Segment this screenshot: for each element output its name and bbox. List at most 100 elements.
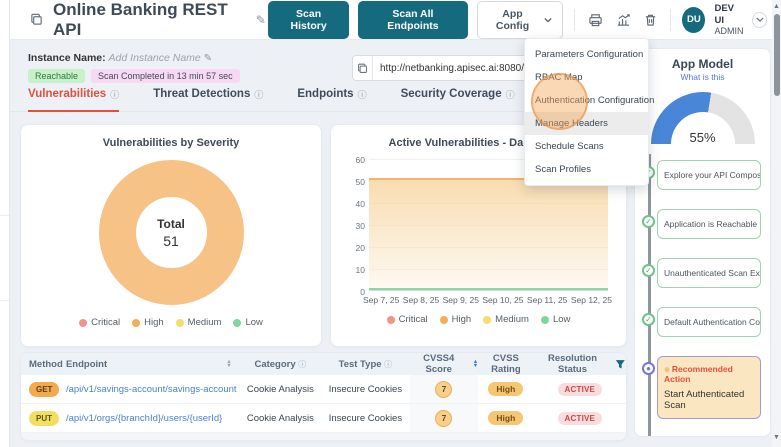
category-cell: Cookie Analysis: [240, 413, 321, 424]
avatar[interactable]: DU: [682, 7, 705, 33]
check-icon: ✓: [642, 215, 655, 228]
edit-title-icon[interactable]: ✎: [254, 11, 268, 29]
info-icon: ⓘ: [506, 88, 515, 101]
checklist-item[interactable]: ✓ Unauthenticated Scan Exe...: [657, 258, 770, 288]
scroll-up-icon[interactable]: ▲: [772, 3, 781, 10]
legend-low[interactable]: Low: [541, 314, 570, 325]
filter-icon[interactable]: [615, 359, 626, 370]
chevron-down-icon: [544, 17, 552, 23]
sort-icon[interactable]: ▲▼: [226, 360, 231, 368]
legend-low[interactable]: Low: [233, 317, 262, 328]
cvss4-score-badge: 7: [435, 410, 452, 427]
cvss-rating-badge: High: [488, 382, 523, 396]
click-highlight-annotation: [531, 73, 588, 130]
legend-high[interactable]: High: [132, 317, 164, 328]
col-category: Category ⓘ: [240, 359, 321, 370]
menu-item-schedule-scans[interactable]: Schedule Scans: [525, 135, 648, 158]
page-scrollbar[interactable]: ▲ ▼: [772, 0, 781, 447]
table-row-partial: [21, 433, 626, 441]
legend-medium[interactable]: Medium: [176, 317, 222, 328]
legend-high[interactable]: High: [440, 314, 472, 325]
start-authenticated-scan[interactable]: Start Authenticated Scan: [664, 389, 754, 411]
page-title: Online Banking REST API: [53, 0, 248, 40]
check-icon: ✓: [642, 264, 655, 277]
cvss-rating-badge: High: [488, 411, 523, 425]
high-dot-icon: [440, 316, 448, 324]
top-header: Online Banking REST API ✎ Scan History S…: [10, 0, 781, 40]
col-cvss-rating: CVSS Rating: [478, 353, 533, 375]
col-cvss4-score[interactable]: CVSS4 Score▲▼: [410, 353, 478, 375]
scroll-down-icon[interactable]: ▼: [772, 434, 781, 441]
check-icon: ✓: [642, 313, 655, 326]
left-sidebar-rail[interactable]: [0, 0, 10, 447]
legend-critical[interactable]: Critical: [79, 317, 120, 328]
status-badge: ACTIVE: [558, 412, 603, 425]
col-endpoint[interactable]: Endpoint▲▼: [66, 359, 240, 370]
edit-instance-icon[interactable]: ✎: [204, 53, 212, 64]
target-url-bar: http://netbanking.apisec.ai:8080/: [352, 55, 532, 81]
divider: [574, 9, 575, 31]
critical-dot-icon: [387, 316, 395, 324]
menu-item-scan-profiles[interactable]: Scan Profiles: [525, 158, 648, 181]
tab-vulnerabilities[interactable]: Vulnerabilitiesⓘ: [28, 88, 119, 112]
checklist-item[interactable]: ✓ Explore your API Composition: [657, 160, 770, 190]
legend-critical[interactable]: Critical: [387, 314, 428, 325]
info-icon: ⓘ: [384, 360, 392, 369]
copy-icon[interactable]: [28, 11, 45, 28]
col-method: Method: [21, 359, 66, 370]
method-badge: PUT: [29, 411, 59, 426]
low-series-line: [369, 288, 608, 290]
app-config-label: App Config: [488, 8, 538, 32]
app-model-title: App Model: [635, 57, 770, 71]
metrics-icon[interactable]: [614, 11, 633, 29]
app-config-dropdown-button[interactable]: App Config: [477, 1, 564, 39]
tab-security-coverage[interactable]: Security Coverageⓘ: [401, 88, 515, 111]
tab-endpoints[interactable]: Endpointsⓘ: [297, 88, 366, 111]
target-url: http://netbanking.apisec.ai:8080/: [373, 63, 531, 74]
what-is-this-link[interactable]: What is this: [635, 72, 770, 82]
legend-medium[interactable]: Medium: [483, 314, 529, 325]
app-model-gauge: 55%: [651, 92, 755, 144]
table-row[interactable]: PUT /api/v1/orgs/{branchId}/users/{userI…: [21, 404, 626, 433]
severity-donut-chart[interactable]: Total 51: [99, 160, 244, 305]
vulnerabilities-table: Method Endpoint▲▼ Category ⓘ Test Type ⓘ…: [20, 352, 627, 441]
endpoint-link[interactable]: /api/v1/savings-account/savings-account: [66, 384, 237, 395]
copy-url-icon[interactable]: [353, 56, 373, 80]
tab-threat-detections[interactable]: Threat Detectionsⓘ: [153, 88, 263, 111]
scan-status-badge: Scan Completed in 13 min 57 sec: [91, 69, 240, 83]
instance-info: Instance Name: Add Instance Name ✎ Reach…: [28, 52, 240, 83]
instance-name-placeholder[interactable]: Add Instance Name: [109, 52, 201, 64]
printer-icon[interactable]: [586, 11, 605, 29]
divider: [670, 9, 671, 31]
recommended-icon: ⊕: [664, 367, 670, 374]
line-legend: Critical High Medium Low: [345, 314, 612, 325]
method-badge: GET: [29, 382, 59, 397]
app-model-panel: App Model What is this 55% ✓ Explore you…: [634, 48, 771, 437]
test-type-cell: Insecure Cookies: [321, 384, 410, 395]
chevron-down-icon: [756, 17, 764, 22]
donut-total-value: 51: [163, 233, 179, 249]
menu-item-parameters-configuration[interactable]: Parameters Configuration: [525, 43, 648, 66]
checklist-item[interactable]: ✓ Default Authentication Conf...: [657, 307, 770, 337]
high-series-area: [369, 178, 608, 290]
critical-dot-icon: [79, 319, 87, 327]
donut-legend: Critical High Medium Low: [31, 317, 311, 328]
checklist-item[interactable]: ✓ Application is Reachable: [657, 209, 770, 239]
test-type-cell: Insecure Cookies: [321, 413, 410, 424]
scan-all-endpoints-button[interactable]: Scan All Endpoints: [358, 1, 467, 39]
table-row[interactable]: GET /api/v1/savings-account/savings-acco…: [21, 375, 626, 404]
col-test-type: Test Type ⓘ: [321, 359, 410, 370]
user-menu-chevron[interactable]: [752, 12, 767, 28]
scrollbar-thumb[interactable]: [774, 14, 780, 96]
gauge-percent: 55%: [651, 130, 755, 144]
table-header-row: Method Endpoint▲▼ Category ⓘ Test Type ⓘ…: [21, 353, 626, 375]
recommended-action-item[interactable]: ● ⊕Recommended Action Start Authenticate…: [657, 356, 770, 419]
trash-icon[interactable]: [642, 11, 659, 29]
user-role: ADMIN: [714, 26, 743, 36]
medium-dot-icon: [176, 319, 184, 327]
endpoint-link[interactable]: /api/v1/orgs/{branchId}/users/{userId}: [66, 413, 222, 424]
user-name: DEV UI: [714, 3, 743, 27]
scan-history-button[interactable]: Scan History: [268, 1, 349, 39]
donut-total-label: Total: [157, 217, 185, 231]
vulnerabilities-by-severity-card: Vulnerabilities by Severity Total 51 Cri…: [20, 124, 322, 347]
